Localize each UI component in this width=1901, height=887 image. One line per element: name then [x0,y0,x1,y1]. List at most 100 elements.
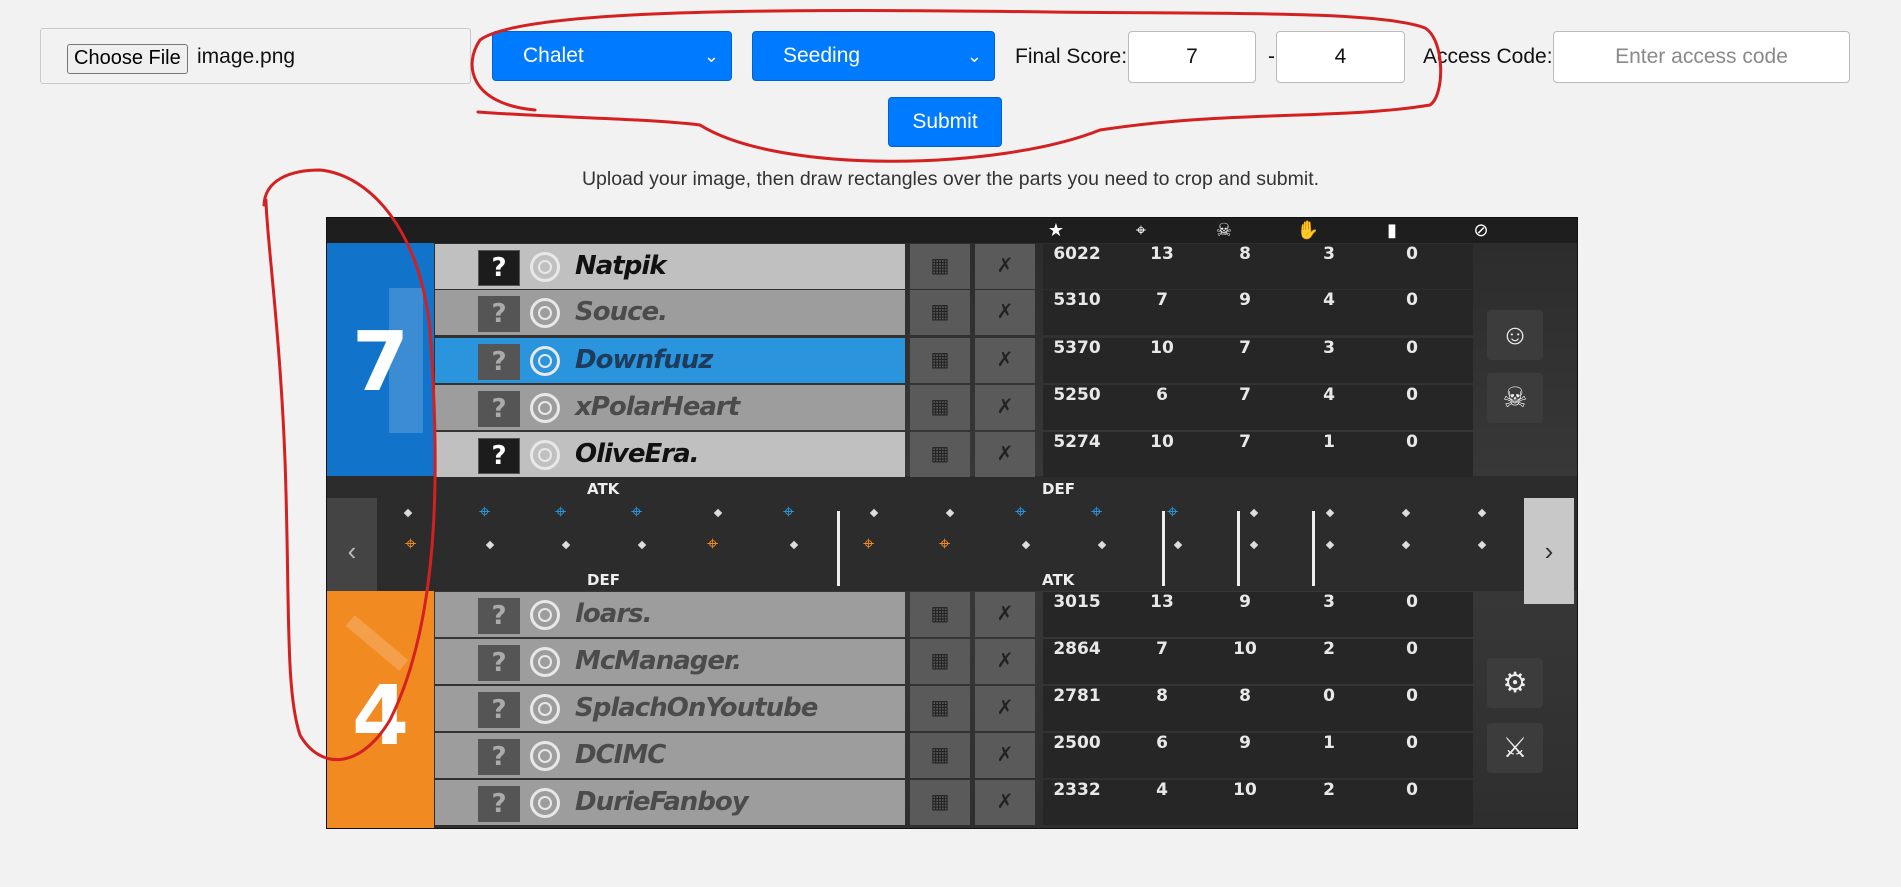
round-empty-marker [403,508,413,518]
player-stats: 5370 10 7 3 0 [1043,338,1473,383]
stat-assists: 3 [1323,244,1335,264]
stat-kills: 7 [1156,639,1168,659]
mute-chat-icon[interactable]: ▦ [910,592,970,637]
round-empty-marker [945,508,955,518]
player-row[interactable]: ? Downfuuz ▦ ✗ 5370 10 7 3 0 [435,338,1577,383]
stat-ping: 0 [1406,290,1418,310]
mute-mic-icon[interactable]: ✗ [975,290,1035,335]
mute-mic-icon[interactable]: ✗ [975,432,1035,477]
access-code-input[interactable]: Enter access code [1553,31,1850,83]
stat-assists: 4 [1323,290,1335,310]
unknown-operator-icon: ? [478,391,520,427]
unknown-operator-icon: ? [478,438,520,474]
mode-select[interactable]: Seeding ⌄ [752,31,995,81]
round-empty-marker [1325,508,1335,518]
mute-mic-icon[interactable]: ✗ [975,338,1035,383]
round-empty-marker [637,540,647,550]
team-orange-panel: 4 [327,591,434,828]
star-icon: ★ [1047,220,1065,240]
score-team1-input[interactable]: 7 [1128,31,1256,83]
timeline-next-button[interactable]: › [1524,498,1574,604]
mute-chat-icon[interactable]: ▦ [910,338,970,383]
mute-chat-icon[interactable]: ▦ [910,432,970,477]
timeline-atk-label-bottom: ATK [1042,571,1075,589]
stat-score: 5250 [1053,385,1101,405]
submit-button[interactable]: Submit [888,97,1002,147]
file-upload-field[interactable]: Choose File image.png [40,28,471,84]
mute-chat-icon[interactable]: ▦ [910,780,970,825]
round-result-icon: ⌖ [783,501,795,523]
stat-assists: 1 [1323,432,1335,452]
player-name-cell: ? Natpik [435,244,905,289]
player-name: loars. [575,599,652,629]
player-name-cell: ? loars. [435,592,905,637]
player-stats: 2864 7 10 2 0 [1043,639,1473,684]
scoreboard-image[interactable]: ★ ⌖ ☠ ✋ ▮ ⊘ 7 ATK DEF DEF ATK ‹ › ⌖ ⌖ ⌖ ⌖ ⌖ ⌖ ⌖ ⌖ ⌖ ⌖ ⌖… [326,217,1578,829]
player-row[interactable]: ? OliveEra. ▦ ✗ 5274 10 7 1 0 [435,432,1577,477]
score-separator: - [1268,45,1275,68]
stat-deaths: 9 [1239,733,1251,753]
scoreboard-header: ★ ⌖ ☠ ✋ ▮ ⊘ [327,218,1577,243]
player-name-cell: ? DurieFanboy [435,780,905,825]
mute-chat-icon[interactable]: ▦ [910,733,970,778]
player-row[interactable]: ? xPolarHeart ▦ ✗ 5250 6 7 4 0 [435,385,1577,430]
uplay-icon [530,788,560,818]
mute-mic-icon[interactable]: ✗ [975,385,1035,430]
mute-mic-icon[interactable]: ✗ [975,244,1035,289]
mute-chat-icon[interactable]: ▦ [910,385,970,430]
operator-ban-icon: ⚔ [1487,723,1543,773]
round-empty-marker [1401,508,1411,518]
unknown-operator-icon: ? [478,344,520,380]
map-select-value: Chalet [523,44,584,67]
round-empty-marker [789,540,799,550]
round-empty-marker [1477,508,1487,518]
player-name-cell: ? McManager. [435,639,905,684]
mute-mic-icon[interactable]: ✗ [975,592,1035,637]
player-name-cell: ? xPolarHeart [435,385,905,430]
mute-mic-icon[interactable]: ✗ [975,639,1035,684]
map-select[interactable]: Chalet ⌄ [492,31,732,81]
uplay-icon [530,600,560,630]
mute-mic-icon[interactable]: ✗ [975,733,1035,778]
timeline-def-label-bottom: DEF [587,571,620,589]
stat-ping: 0 [1406,244,1418,264]
unknown-operator-icon: ? [478,692,520,728]
player-name: Natpik [575,251,667,281]
chevron-down-icon: ⌄ [703,46,719,66]
stat-deaths: 7 [1239,338,1251,358]
mute-mic-icon[interactable]: ✗ [975,686,1035,731]
mute-chat-icon[interactable]: ▦ [910,290,970,335]
player-row[interactable]: ? DCIMC ▦ ✗ 2500 6 9 1 0 [435,733,1577,778]
handshake-icon: ✋ [1296,220,1320,240]
operator-ban-icon: ☺ [1487,310,1543,360]
player-row[interactable]: ? loars. ▦ ✗ 3015 13 9 3 0 [435,592,1577,637]
stat-score: 5370 [1053,338,1101,358]
stat-assists: 1 [1323,733,1335,753]
choose-file-button[interactable]: Choose File [67,44,188,74]
stat-assists: 2 [1323,780,1335,800]
player-row[interactable]: ? Souce. ▦ ✗ 5310 7 9 4 0 [435,290,1577,335]
team-blue-score: 7 [351,315,410,410]
stat-ping: 0 [1406,639,1418,659]
mute-chat-icon[interactable]: ▦ [910,244,970,289]
player-stats: 2332 4 10 2 0 [1043,780,1473,825]
mute-mic-icon[interactable]: ✗ [975,780,1035,825]
player-row[interactable]: ? McManager. ▦ ✗ 2864 7 10 2 0 [435,639,1577,684]
score-team2-input[interactable]: 4 [1276,31,1405,83]
player-row[interactable]: ? Natpik ▦ ✗ 6022 13 8 3 0 [435,244,1577,289]
mute-chat-icon[interactable]: ▦ [910,639,970,684]
player-stats: 5310 7 9 4 0 [1043,290,1473,335]
file-name-label: image.png [197,45,296,68]
stat-score: 2781 [1053,686,1101,706]
timeline-prev-button[interactable]: ‹ [327,498,377,604]
stat-kills: 4 [1156,780,1168,800]
stat-deaths: 9 [1239,290,1251,310]
stat-deaths: 9 [1239,592,1251,612]
mute-chat-icon[interactable]: ▦ [910,686,970,731]
player-name: SplachOnYoutube [575,693,818,723]
player-row[interactable]: ? DurieFanboy ▦ ✗ 2332 4 10 2 0 [435,780,1577,825]
stat-kills: 10 [1150,432,1174,452]
round-result-icon: ⌖ [1015,501,1027,523]
player-row[interactable]: ? SplachOnYoutube ▦ ✗ 2781 8 8 0 0 [435,686,1577,731]
round-empty-marker [1021,540,1031,550]
